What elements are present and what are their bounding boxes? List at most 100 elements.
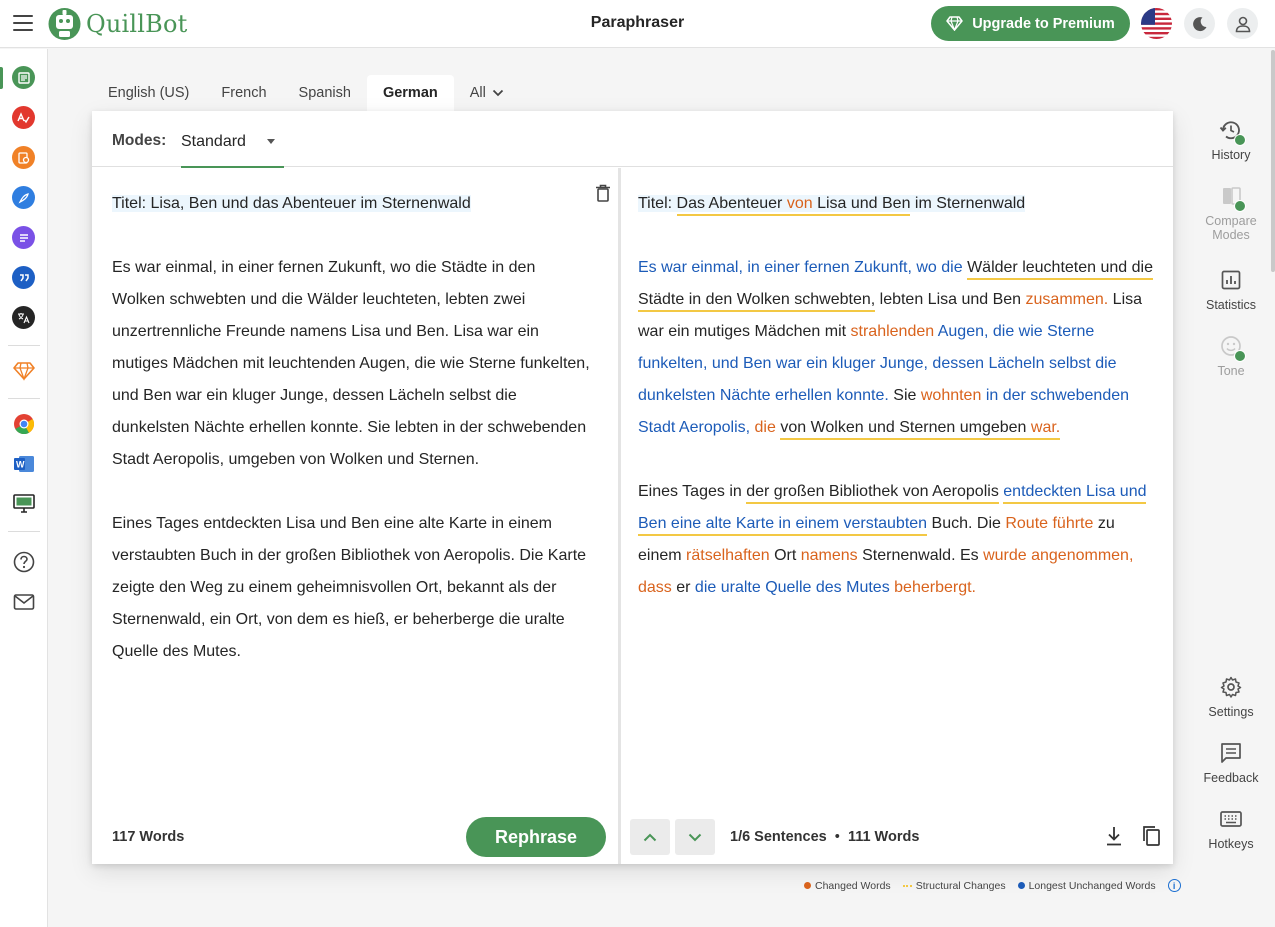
- output-paragraph-2: Eines Tages in der großen Bibliothek von…: [638, 476, 1154, 604]
- changed-word[interactable]: die: [755, 419, 776, 436]
- changed-word[interactable]: rätselhaften: [686, 547, 770, 564]
- output-paragraph-1: Es war einmal, in einer fernen Zukunft, …: [638, 252, 1154, 444]
- tone-label: Tone: [1217, 364, 1245, 378]
- next-sentence-button[interactable]: [675, 819, 715, 855]
- output-segment: Ort: [769, 547, 801, 564]
- structural-change[interactable]: der großen Bibliothek von Aeropolis: [746, 483, 999, 504]
- output-segment: Sternenwald. Es: [857, 547, 984, 564]
- tab-all-languages[interactable]: All: [454, 75, 520, 111]
- changed-word[interactable]: von: [786, 195, 813, 216]
- word-addin-icon[interactable]: W: [12, 452, 35, 475]
- sentence-counter: 1/6 Sentences • 111 Words: [730, 829, 920, 845]
- menu-icon[interactable]: [13, 15, 33, 31]
- page-scrollbar[interactable]: [1271, 50, 1275, 272]
- logo-text: QuillBot: [86, 10, 188, 38]
- upgrade-premium-button[interactable]: Upgrade to Premium: [931, 6, 1130, 41]
- output-segment: Buch. Die: [927, 515, 1006, 532]
- changed-word[interactable]: namens: [801, 547, 858, 564]
- mode-selected-value: Standard: [181, 133, 246, 150]
- unchanged-phrase[interactable]: Es war einmal, in einer fernen Zukunft, …: [638, 259, 963, 276]
- us-flag-icon[interactable]: [1141, 8, 1172, 39]
- language-tabs: English (US) French Spanish German All: [92, 75, 520, 111]
- structural-dash-icon: [902, 884, 912, 887]
- mail-icon[interactable]: [12, 590, 35, 613]
- feedback-tool[interactable]: Feedback: [1196, 741, 1266, 785]
- tone-tool[interactable]: Tone: [1196, 334, 1266, 378]
- chevron-up-icon: [643, 833, 657, 841]
- hotkeys-tool[interactable]: Hotkeys: [1196, 807, 1266, 851]
- output-text-area[interactable]: Titel: Das Abenteuer von Lisa und Ben im…: [638, 188, 1154, 636]
- settings-tool[interactable]: Settings: [1196, 675, 1266, 719]
- active-tool-indicator: [0, 67, 3, 89]
- structural-change[interactable]: Lisa und Ben: [812, 195, 911, 216]
- rail-divider: [8, 345, 40, 346]
- changed-word[interactable]: zusammen.: [1026, 291, 1109, 308]
- structural-change[interactable]: von Wolken und Sternen umgeben: [780, 419, 1031, 440]
- copy-icon[interactable]: [1141, 825, 1161, 852]
- translator-icon[interactable]: [12, 306, 35, 329]
- grammar-checker-icon[interactable]: [12, 106, 35, 129]
- ai-detector-icon[interactable]: [12, 146, 35, 169]
- dark-mode-toggle[interactable]: [1184, 8, 1215, 39]
- legend-changed: Changed Words: [804, 880, 891, 892]
- feedback-label: Feedback: [1203, 771, 1259, 785]
- keyboard-icon: [1220, 811, 1242, 827]
- gear-icon: [1220, 676, 1242, 698]
- citation-generator-icon[interactable]: [12, 266, 35, 289]
- tool-sidebar: W: [0, 49, 48, 927]
- premium-diamond-icon[interactable]: [12, 359, 35, 382]
- changed-word[interactable]: wohnten: [921, 387, 982, 404]
- statistics-tool[interactable]: Statistics: [1196, 268, 1266, 312]
- previous-sentence-button[interactable]: [630, 819, 670, 855]
- rephrase-button[interactable]: Rephrase: [466, 817, 606, 857]
- feedback-icon: [1221, 743, 1241, 763]
- compare-modes-label: Compare Modes: [1205, 214, 1257, 242]
- summarizer-icon[interactable]: [12, 226, 35, 249]
- paraphraser-icon[interactable]: [12, 66, 35, 89]
- output-word-count: 111 Words: [847, 829, 920, 845]
- sentence-position: 1/6 Sentences: [730, 829, 827, 845]
- changed-word[interactable]: strahlenden: [851, 323, 935, 340]
- chevron-down-icon: [688, 833, 702, 841]
- statistics-label: Statistics: [1205, 298, 1256, 312]
- chrome-extension-icon[interactable]: [12, 412, 35, 435]
- statistics-icon: [1221, 270, 1241, 290]
- modes-label: Modes:: [112, 132, 167, 149]
- tab-german[interactable]: German: [366, 75, 454, 111]
- mode-dropdown[interactable]: Standard: [181, 111, 284, 168]
- desktop-app-icon[interactable]: [12, 492, 35, 515]
- history-tool[interactable]: History: [1196, 118, 1266, 162]
- delete-icon[interactable]: [595, 184, 611, 207]
- account-button[interactable]: [1227, 8, 1258, 39]
- download-icon[interactable]: [1104, 825, 1124, 852]
- structural-change[interactable]: Das Abenteuer: [676, 195, 787, 216]
- paraphraser-card: Modes: Standard Titel: Lisa, Ben und das…: [92, 111, 1173, 864]
- legend-structural: Structural Changes: [902, 880, 1006, 892]
- pane-divider[interactable]: [618, 168, 621, 864]
- premium-badge-icon: [1234, 134, 1246, 146]
- modes-bar: Modes: Standard: [92, 111, 1173, 168]
- tab-all-label: All: [469, 85, 486, 101]
- input-text-area[interactable]: Titel: Lisa, Ben und das Abenteuer im St…: [112, 188, 592, 700]
- info-icon[interactable]: i: [1167, 879, 1181, 892]
- rail-divider: [8, 531, 40, 532]
- input-title-text: Titel: Lisa, Ben und das Abenteuer im St…: [112, 195, 471, 212]
- output-segment: Sie: [888, 387, 921, 404]
- output-segment: Eines Tages in: [638, 483, 747, 500]
- help-icon[interactable]: [12, 550, 35, 573]
- chevron-down-icon: [492, 89, 504, 97]
- unchanged-phrase[interactable]: die uralte Quelle des Mutes: [695, 579, 890, 596]
- legend-unchanged-label: Longest Unchanged Words: [1028, 879, 1156, 892]
- user-icon: [1235, 16, 1250, 32]
- output-segment: im Sternenwald: [910, 195, 1026, 212]
- tab-french[interactable]: French: [205, 75, 282, 111]
- changed-word[interactable]: war.: [1030, 419, 1061, 440]
- changed-word[interactable]: Route führte: [1005, 515, 1093, 532]
- compare-modes-tool[interactable]: Compare Modes: [1196, 184, 1266, 242]
- ai-humanizer-icon[interactable]: [12, 186, 35, 209]
- tab-english-us[interactable]: English (US): [92, 75, 205, 111]
- changed-word[interactable]: beherbergt.: [894, 579, 976, 596]
- output-segment: lebten Lisa und Ben: [875, 291, 1026, 308]
- tab-spanish[interactable]: Spanish: [283, 75, 367, 111]
- logo[interactable]: QuillBot: [48, 6, 188, 42]
